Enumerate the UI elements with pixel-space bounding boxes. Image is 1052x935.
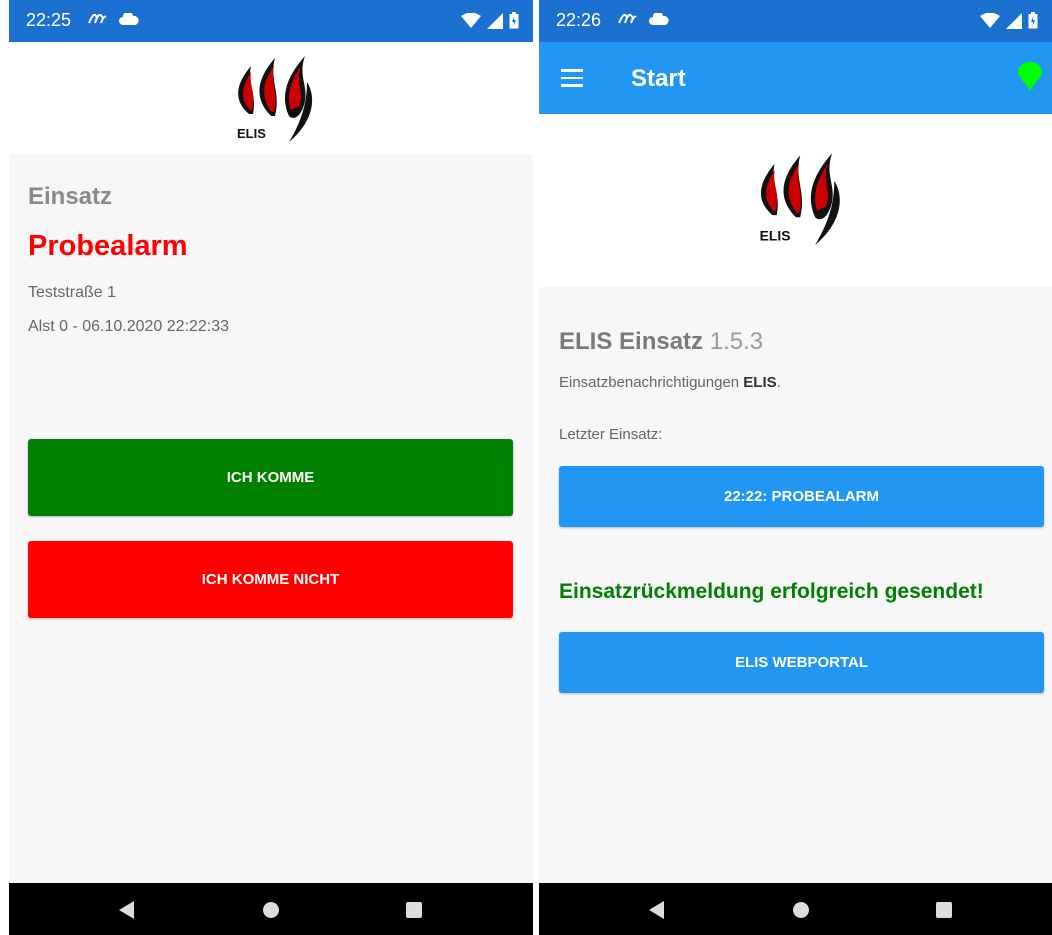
back-icon[interactable] xyxy=(119,901,135,924)
description-suffix: . xyxy=(776,374,781,391)
battery-icon xyxy=(1028,12,1038,34)
app-notification-icon xyxy=(87,11,107,30)
recents-icon[interactable] xyxy=(935,901,953,924)
section-label: Einsatz xyxy=(28,183,113,210)
alarm-screen: 22:25 ELIS Einsatz Probealarm Teststraße… xyxy=(9,0,533,935)
cloud-icon xyxy=(649,10,669,30)
app-description: Einsatzbenachrichtigungen ELIS. xyxy=(559,374,781,391)
elis-logo: ELIS xyxy=(760,153,840,245)
logo-text: ELIS xyxy=(237,126,266,141)
battery-icon xyxy=(509,12,519,34)
location-pin-icon xyxy=(1018,62,1042,97)
cloud-icon xyxy=(119,10,139,30)
success-message: Einsatzrückmeldung erfolgreich gesendet! xyxy=(559,580,984,603)
app-name: ELIS Einsatz xyxy=(559,328,704,355)
status-time: 22:25 xyxy=(26,10,72,30)
status-bar: 22:25 xyxy=(9,0,533,42)
description-text: Einsatzbenachrichtigungen xyxy=(559,374,744,391)
signal-icon xyxy=(487,12,503,34)
app-version: 1.5.3 xyxy=(709,328,764,355)
page-title: Start xyxy=(631,65,686,92)
start-screen: 22:26 Start ELIS ELIS Einsatz 1.5.3 Eins… xyxy=(539,0,1052,935)
elis-logo: ELIS xyxy=(237,56,313,142)
ich-komme-nicht-button[interactable]: ICH KOMME NICHT xyxy=(28,541,513,618)
app-bar: Start xyxy=(539,42,1052,114)
back-icon[interactable] xyxy=(649,901,665,924)
status-time: 22:26 xyxy=(556,10,602,30)
last-incident-button[interactable]: 22:22: PROBEALARM xyxy=(559,466,1044,527)
logo-text: ELIS xyxy=(760,228,791,244)
recents-icon[interactable] xyxy=(405,901,423,924)
app-notification-icon xyxy=(617,11,637,30)
navigation-bar xyxy=(9,883,533,935)
app-heading: ELIS Einsatz 1.5.3 xyxy=(559,328,763,356)
description-bold: ELIS xyxy=(743,374,777,391)
status-bar: 22:26 xyxy=(539,0,1052,42)
ich-komme-button[interactable]: ICH KOMME xyxy=(28,439,513,516)
wifi-icon xyxy=(980,12,1000,34)
alarm-address: Teststraße 1 xyxy=(28,284,117,301)
signal-icon xyxy=(1006,12,1022,34)
wifi-icon xyxy=(461,12,481,34)
alarm-title: Probealarm xyxy=(28,230,188,262)
home-icon[interactable] xyxy=(262,901,280,924)
logo-area: ELIS xyxy=(9,42,533,154)
webportal-button[interactable]: ELIS WEBPORTAL xyxy=(559,632,1044,693)
last-incident-label: Letzter Einsatz: xyxy=(559,426,663,443)
alarm-info: Alst 0 - 06.10.2020 22:22:33 xyxy=(28,318,230,335)
logo-area: ELIS xyxy=(539,114,1052,287)
home-icon[interactable] xyxy=(792,901,810,924)
navigation-bar xyxy=(539,883,1052,935)
menu-icon[interactable] xyxy=(561,69,583,87)
